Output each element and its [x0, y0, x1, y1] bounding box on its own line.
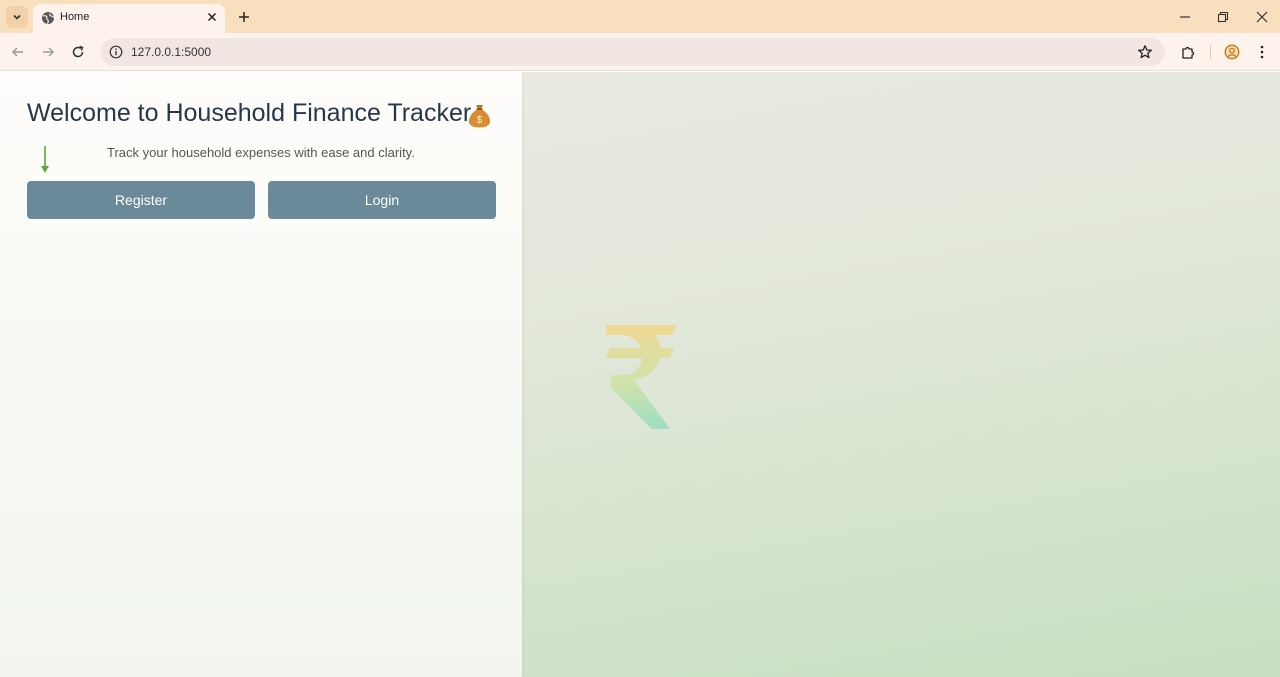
active-tab[interactable]: Home	[33, 4, 225, 33]
welcome-panel: Welcome to Household Finance Tracker $ T…	[0, 72, 522, 677]
page-title: Welcome to Household Finance Tracker	[27, 99, 472, 127]
puzzle-icon	[1182, 46, 1195, 59]
page-viewport: Welcome to Household Finance Tracker $ T…	[0, 72, 1280, 677]
restore-button[interactable]	[1215, 9, 1231, 25]
star-icon[interactable]	[1137, 44, 1153, 60]
page-subtitle: Track your household expenses with ease …	[107, 145, 415, 160]
minimize-button[interactable]	[1177, 9, 1193, 25]
arrow-down-icon	[41, 146, 49, 173]
address-bar[interactable]: 127.0.0.1:5000	[101, 38, 1165, 66]
close-icon	[207, 12, 217, 22]
back-button[interactable]	[10, 44, 26, 60]
globe-icon	[42, 12, 55, 24]
tab-title: Home	[60, 11, 90, 23]
new-tab-button[interactable]	[236, 9, 252, 25]
close-window-button[interactable]	[1254, 9, 1270, 25]
forward-button[interactable]	[40, 44, 56, 60]
arrow-right-icon	[43, 47, 55, 57]
chevron-down-icon	[13, 14, 21, 20]
login-button[interactable]: Login	[268, 181, 496, 219]
money-bag-icon: $	[468, 105, 491, 128]
profile-icon	[1224, 44, 1240, 60]
close-icon	[1256, 11, 1268, 23]
browser-menu-button[interactable]	[1254, 44, 1270, 60]
extensions-button[interactable]	[1180, 44, 1196, 60]
svg-text:$: $	[477, 115, 483, 126]
restore-icon	[1217, 11, 1229, 23]
tab-close-button[interactable]	[205, 10, 219, 24]
tab-search-button[interactable]	[6, 6, 28, 28]
toolbar-divider	[1210, 45, 1211, 59]
profile-button[interactable]	[1224, 44, 1240, 60]
info-icon[interactable]	[109, 45, 123, 59]
reload-button[interactable]	[70, 44, 86, 60]
url-text[interactable]: 127.0.0.1:5000	[131, 45, 211, 59]
register-button[interactable]: Register	[27, 181, 255, 219]
minimize-icon	[1180, 16, 1190, 18]
arrow-left-icon	[11, 47, 23, 57]
rupee-icon	[606, 325, 676, 429]
browser-tab-bar: Home	[0, 0, 1280, 33]
plus-icon	[239, 12, 249, 22]
kebab-menu-icon	[1260, 45, 1264, 59]
browser-toolbar: 127.0.0.1:5000	[0, 33, 1280, 71]
reload-icon	[72, 45, 84, 58]
